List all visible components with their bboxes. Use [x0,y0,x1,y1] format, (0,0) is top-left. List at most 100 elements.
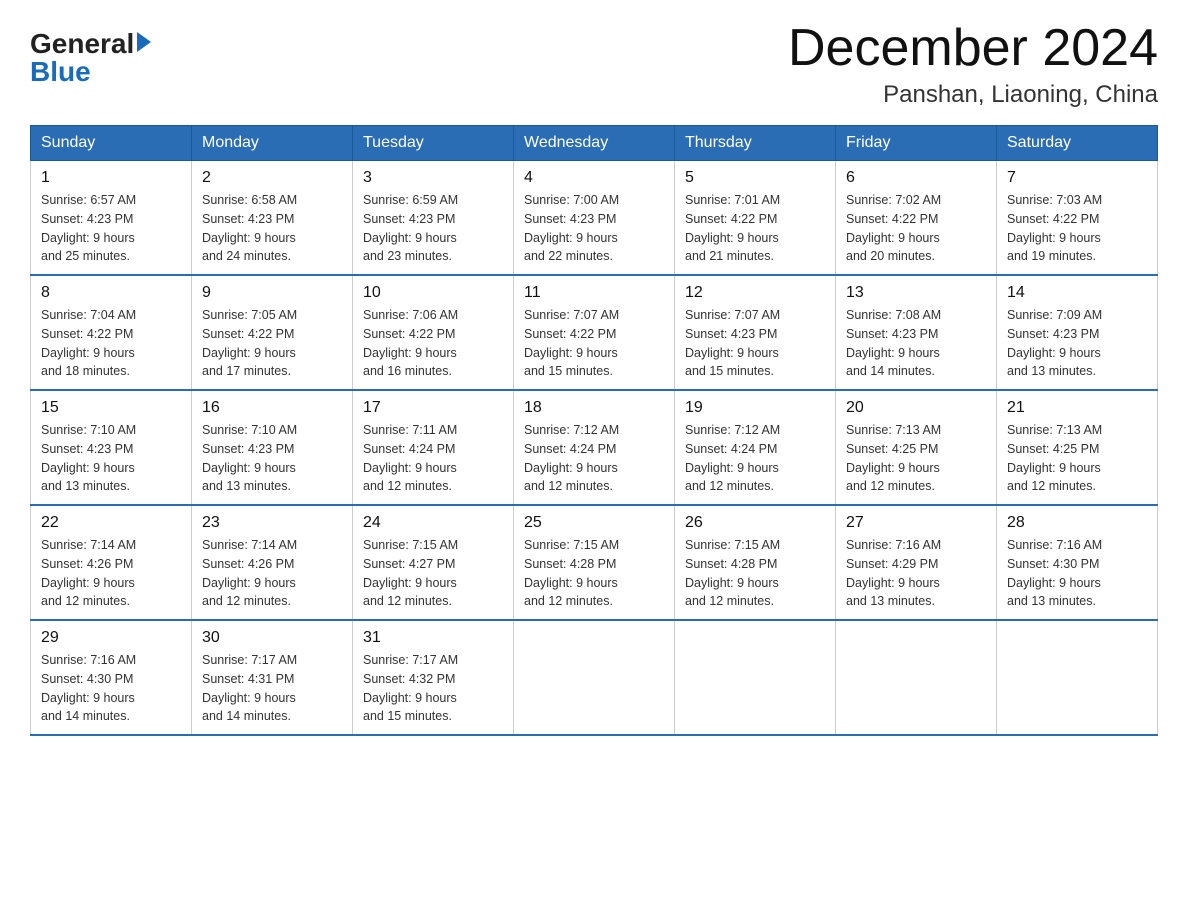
col-header-tuesday: Tuesday [353,126,514,161]
day-number: 18 [524,399,664,417]
day-number: 9 [202,284,342,302]
calendar-cell: 20 Sunrise: 7:13 AMSunset: 4:25 PMDayligh… [836,390,997,505]
day-number: 23 [202,514,342,532]
day-number: 3 [363,169,503,187]
day-number: 13 [846,284,986,302]
calendar-cell: 15 Sunrise: 7:10 AMSunset: 4:23 PMDayligh… [31,390,192,505]
calendar-week-row: 1 Sunrise: 6:57 AMSunset: 4:23 PMDaylight… [31,161,1158,276]
calendar-cell: 21Sunrise: 7:13 AMSunset: 4:25 PMDayligh… [997,390,1158,505]
day-number: 22 [41,514,181,532]
day-number: 2 [202,169,342,187]
calendar-cell [514,620,675,735]
calendar-cell: 29Sunrise: 7:16 AMSunset: 4:30 PMDayligh… [31,620,192,735]
calendar-cell: 18Sunrise: 7:12 AMSunset: 4:24 PMDayligh… [514,390,675,505]
calendar-cell: 6Sunrise: 7:02 AMSunset: 4:22 PMDaylight… [836,161,997,276]
calendar-cell: 12Sunrise: 7:07 AMSunset: 4:23 PMDayligh… [675,275,836,390]
day-number: 11 [524,284,664,302]
day-info: Sunrise: 7:17 AMSunset: 4:32 PMDaylight:… [363,651,503,726]
day-number: 5 [685,169,825,187]
calendar-week-row: 8 Sunrise: 7:04 AMSunset: 4:22 PMDaylight… [31,275,1158,390]
calendar-cell: 17 Sunrise: 7:11 AMSunset: 4:24 PMDayligh… [353,390,514,505]
day-info: Sunrise: 7:10 AMSunset: 4:23 PMDaylight:… [41,421,181,496]
day-number: 14 [1007,284,1147,302]
calendar-week-row: 15 Sunrise: 7:10 AMSunset: 4:23 PMDayligh… [31,390,1158,505]
col-header-friday: Friday [836,126,997,161]
calendar-cell: 9 Sunrise: 7:05 AMSunset: 4:22 PMDaylight… [192,275,353,390]
calendar-table: SundayMondayTuesdayWednesdayThursdayFrid… [30,125,1158,736]
day-info: Sunrise: 7:01 AMSunset: 4:22 PMDaylight:… [685,191,825,266]
calendar-title: December 2024 [788,20,1158,77]
day-number: 1 [41,169,181,187]
day-number: 10 [363,284,503,302]
day-info: Sunrise: 7:14 AMSunset: 4:26 PMDaylight:… [41,536,181,611]
day-info: Sunrise: 7:02 AMSunset: 4:22 PMDaylight:… [846,191,986,266]
calendar-cell: 30Sunrise: 7:17 AMSunset: 4:31 PMDayligh… [192,620,353,735]
day-number: 28 [1007,514,1147,532]
calendar-cell: 22 Sunrise: 7:14 AMSunset: 4:26 PMDayligh… [31,505,192,620]
day-number: 8 [41,284,181,302]
calendar-cell: 27 Sunrise: 7:16 AMSunset: 4:29 PMDayligh… [836,505,997,620]
col-header-saturday: Saturday [997,126,1158,161]
day-info: Sunrise: 7:15 AMSunset: 4:28 PMDaylight:… [524,536,664,611]
logo-blue: Blue [30,58,91,86]
calendar-cell: 8 Sunrise: 7:04 AMSunset: 4:22 PMDaylight… [31,275,192,390]
day-info: Sunrise: 7:11 AMSunset: 4:24 PMDaylight:… [363,421,503,496]
day-info: Sunrise: 7:14 AMSunset: 4:26 PMDaylight:… [202,536,342,611]
day-info: Sunrise: 6:57 AMSunset: 4:23 PMDaylight:… [41,191,181,266]
day-info: Sunrise: 7:15 AMSunset: 4:28 PMDaylight:… [685,536,825,611]
day-number: 24 [363,514,503,532]
day-info: Sunrise: 7:08 AMSunset: 4:23 PMDaylight:… [846,306,986,381]
day-info: Sunrise: 7:04 AMSunset: 4:22 PMDaylight:… [41,306,181,381]
logo: General Blue [30,20,151,86]
logo-row1: General [30,30,151,58]
col-header-sunday: Sunday [31,126,192,161]
day-info: Sunrise: 7:03 AMSunset: 4:22 PMDaylight:… [1007,191,1147,266]
calendar-cell [997,620,1158,735]
day-number: 15 [41,399,181,417]
day-info: Sunrise: 7:15 AMSunset: 4:27 PMDaylight:… [363,536,503,611]
day-info: Sunrise: 7:13 AMSunset: 4:25 PMDaylight:… [1007,421,1147,496]
header: General Blue December 2024 Panshan, Liao… [30,20,1158,109]
calendar-cell: 25Sunrise: 7:15 AMSunset: 4:28 PMDayligh… [514,505,675,620]
calendar-cell: 24 Sunrise: 7:15 AMSunset: 4:27 PMDayligh… [353,505,514,620]
day-info: Sunrise: 7:00 AMSunset: 4:23 PMDaylight:… [524,191,664,266]
calendar-cell: 14 Sunrise: 7:09 AMSunset: 4:23 PMDayligh… [997,275,1158,390]
day-number: 31 [363,629,503,647]
calendar-cell [836,620,997,735]
logo-arrow-icon [137,32,151,52]
day-number: 7 [1007,169,1147,187]
logo-row2: Blue [30,58,91,86]
day-number: 20 [846,399,986,417]
day-info: Sunrise: 7:13 AMSunset: 4:25 PMDaylight:… [846,421,986,496]
day-info: Sunrise: 7:16 AMSunset: 4:30 PMDaylight:… [41,651,181,726]
calendar-week-row: 29Sunrise: 7:16 AMSunset: 4:30 PMDayligh… [31,620,1158,735]
calendar-cell: 23 Sunrise: 7:14 AMSunset: 4:26 PMDayligh… [192,505,353,620]
calendar-subtitle: Panshan, Liaoning, China [788,81,1158,109]
calendar-cell: 16Sunrise: 7:10 AMSunset: 4:23 PMDayligh… [192,390,353,505]
day-info: Sunrise: 7:09 AMSunset: 4:23 PMDaylight:… [1007,306,1147,381]
day-number: 26 [685,514,825,532]
day-number: 27 [846,514,986,532]
calendar-cell: 5 Sunrise: 7:01 AMSunset: 4:22 PMDaylight… [675,161,836,276]
calendar-cell: 7 Sunrise: 7:03 AMSunset: 4:22 PMDaylight… [997,161,1158,276]
day-number: 17 [363,399,503,417]
calendar-cell: 11Sunrise: 7:07 AMSunset: 4:22 PMDayligh… [514,275,675,390]
day-number: 12 [685,284,825,302]
day-number: 19 [685,399,825,417]
day-info: Sunrise: 7:06 AMSunset: 4:22 PMDaylight:… [363,306,503,381]
day-info: Sunrise: 6:59 AMSunset: 4:23 PMDaylight:… [363,191,503,266]
calendar-cell: 2 Sunrise: 6:58 AMSunset: 4:23 PMDaylight… [192,161,353,276]
calendar-week-row: 22 Sunrise: 7:14 AMSunset: 4:26 PMDayligh… [31,505,1158,620]
calendar-cell: 19 Sunrise: 7:12 AMSunset: 4:24 PMDayligh… [675,390,836,505]
col-header-wednesday: Wednesday [514,126,675,161]
day-info: Sunrise: 7:05 AMSunset: 4:22 PMDaylight:… [202,306,342,381]
day-info: Sunrise: 6:58 AMSunset: 4:23 PMDaylight:… [202,191,342,266]
calendar-cell: 28Sunrise: 7:16 AMSunset: 4:30 PMDayligh… [997,505,1158,620]
day-info: Sunrise: 7:12 AMSunset: 4:24 PMDaylight:… [685,421,825,496]
title-area: December 2024 Panshan, Liaoning, China [788,20,1158,109]
calendar-cell: 13 Sunrise: 7:08 AMSunset: 4:23 PMDayligh… [836,275,997,390]
day-info: Sunrise: 7:16 AMSunset: 4:29 PMDaylight:… [846,536,986,611]
day-number: 16 [202,399,342,417]
calendar-cell: 26 Sunrise: 7:15 AMSunset: 4:28 PMDayligh… [675,505,836,620]
calendar-header-row: SundayMondayTuesdayWednesdayThursdayFrid… [31,126,1158,161]
